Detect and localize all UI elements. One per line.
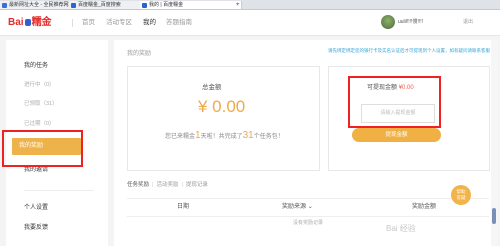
nav-divider — [72, 19, 73, 27]
highlight-box-rewards — [2, 130, 83, 167]
site-header: Bai 糯金 首页 活动专区 我的 答题指南 uulil!!!!慢!!!! 退出 — [0, 10, 500, 36]
browser-tab-active[interactable]: 我的 | 百度糯金 × — [140, 1, 242, 9]
tab-task-rewards[interactable]: 任务奖励 — [127, 182, 149, 188]
scrollbar[interactable] — [491, 40, 498, 246]
task-stats: 您已来糯金1天啦！共完成了31个任务包！ — [165, 130, 284, 141]
sidebar-item-tasks[interactable]: 我的任务 — [24, 60, 48, 69]
column-date: 日期 — [177, 204, 190, 210]
page-title: 我的奖励 — [127, 51, 152, 57]
sidebar-item-feedback[interactable]: 我要反馈 — [24, 222, 48, 231]
sidebar-sub-in-progress[interactable]: 进行中（0） — [24, 80, 55, 88]
sidebar-sub-completed[interactable]: 已领取（31） — [24, 99, 58, 107]
help-bubble[interactable]: 帮助 答疑 — [451, 185, 471, 205]
total-amount-value: ¥ 0.00 — [198, 97, 246, 116]
sidebar-sub-expired[interactable]: 已过期（0） — [24, 119, 55, 127]
nav-mine[interactable]: 我的 — [143, 10, 156, 35]
total-amount-label: 总金额 — [202, 84, 222, 91]
column-reward-source[interactable]: 奖励来源 ⌄ — [282, 199, 313, 216]
sidebar-item-settings[interactable]: 个人设置 — [24, 202, 48, 211]
nav-answer-guide[interactable]: 答题指南 — [166, 10, 192, 35]
highlight-box-withdraw — [348, 76, 441, 128]
browser-tab-bar: 最新网址大全 - 全民推荐网址... × 百度糯金_百度搜索 × 我的 | 百度… — [0, 0, 500, 10]
empty-records-message: 没有奖励记录 — [292, 220, 323, 226]
avatar[interactable] — [381, 15, 395, 29]
scrollbar-thumb[interactable] — [492, 208, 496, 224]
favicon-icon — [2, 2, 7, 8]
watermark: Bai 经验 — [386, 224, 416, 233]
favicon-icon — [71, 2, 76, 8]
logout-link[interactable]: 退出 — [463, 10, 473, 35]
records-tabs: 任务奖励 | 活动奖励 | 提现记录 — [127, 182, 208, 188]
browser-tab[interactable]: 最新网址大全 - 全民推荐网址... × — [0, 1, 78, 9]
new-tab-button[interactable]: + — [236, 1, 240, 9]
sidebar-divider — [24, 190, 94, 191]
tab-activity-rewards[interactable]: 活动奖励 — [156, 182, 178, 188]
favicon-icon — [142, 2, 147, 8]
username[interactable]: uulil!!!!慢!!!! — [398, 10, 423, 35]
tab-withdraw-records[interactable]: 提现记录 — [186, 182, 208, 188]
nav-home[interactable]: 首页 — [82, 10, 95, 35]
records-table-header: 日期 奖励来源 ⌄ 奖励金额 — [127, 198, 489, 217]
paw-icon — [24, 18, 31, 26]
nav-activities[interactable]: 活动专区 — [106, 10, 132, 35]
total-amount-card — [127, 66, 320, 171]
browser-tab[interactable]: 百度糯金_百度搜索 × — [69, 1, 149, 9]
withdraw-notice[interactable]: 请先绑定绑定您的银行卡及实名认证后才可提现到个人设置，如有疑问请联系客服 — [328, 48, 490, 54]
chevron-down-icon: ⌄ — [307, 204, 313, 210]
withdraw-button[interactable]: 提现金额 — [352, 128, 441, 142]
baidu-nuojin-logo[interactable]: Bai 糯金 — [8, 17, 52, 28]
column-reward-amount: 奖励金额 — [412, 204, 437, 210]
